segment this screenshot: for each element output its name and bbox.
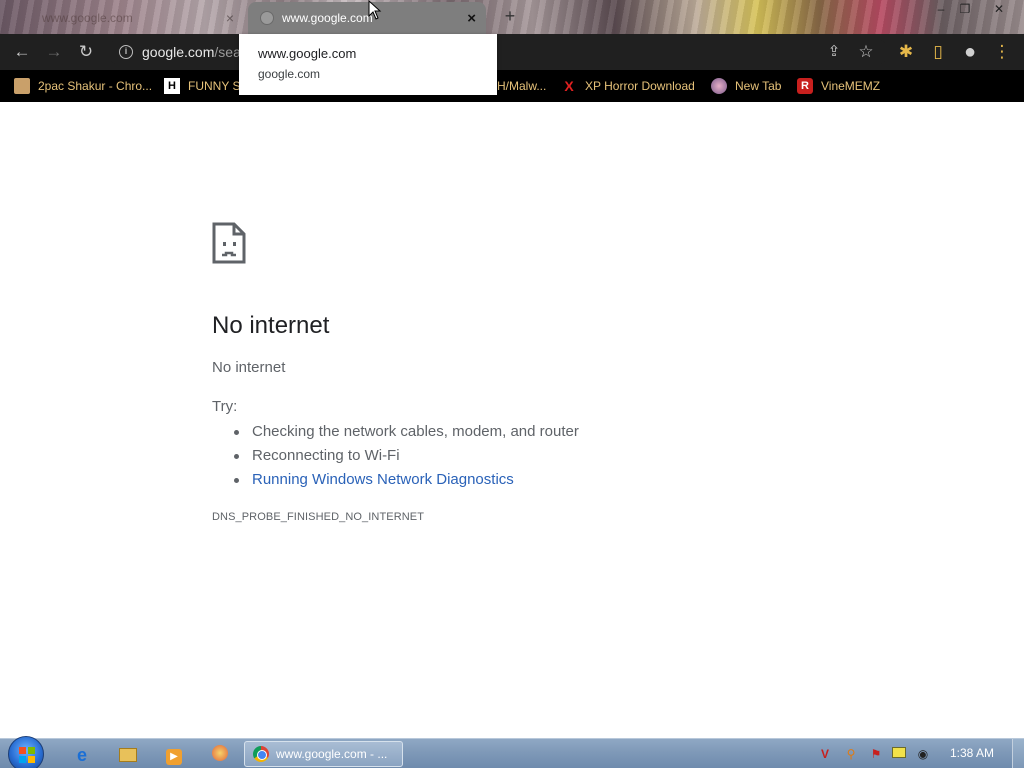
bookmark-label: 2pac Shakur - Chro...	[38, 79, 153, 93]
bookmarks-bar: 2pac Shakur - Chro... H FUNNY SI H/Malw.…	[0, 70, 1024, 102]
r-logo-icon: R	[797, 78, 813, 94]
windows-logo-icon	[19, 747, 35, 763]
bookmark-item[interactable]: X XP Horror Download	[561, 77, 695, 95]
globe-favicon-icon	[260, 11, 274, 25]
start-button[interactable]	[8, 736, 44, 768]
error-title: No internet	[212, 312, 330, 339]
close-window-button[interactable]: ✕	[988, 0, 1010, 18]
bookmark-item[interactable]: H FUNNY SI	[164, 77, 244, 95]
list-item: Checking the network cables, modem, and …	[234, 420, 579, 444]
url-suggestion-popup: www.google.com google.com	[239, 34, 497, 95]
url-host: google.com	[142, 44, 215, 60]
reload-button[interactable]: ↻	[74, 40, 98, 64]
volume-tray-icon[interactable]: ◉	[915, 746, 931, 762]
clock[interactable]: 1:38 AM	[950, 746, 994, 760]
side-panel-icon[interactable]: ▯	[926, 40, 950, 64]
tab-title: www.google.com	[282, 11, 373, 25]
chrome-icon	[253, 746, 269, 762]
site-info-icon[interactable]: i	[119, 45, 133, 59]
tab-active[interactable]: www.google.com ×	[248, 2, 486, 34]
forward-button[interactable]: →	[42, 40, 66, 64]
mouse-cursor-icon	[368, 0, 382, 20]
h-logo-icon: H	[164, 78, 180, 94]
antivirus-tray-icon[interactable]: V	[817, 746, 833, 762]
profile-avatar-icon[interactable]: ●	[958, 40, 982, 64]
extensions-icon[interactable]: ✱	[894, 40, 918, 64]
restore-button[interactable]: ❐	[954, 0, 976, 18]
search-tray-icon[interactable]: ⚲	[843, 746, 859, 762]
bookmark-star-icon[interactable]: ☆	[854, 40, 878, 64]
new-tab-button[interactable]: +	[500, 6, 520, 26]
suggestion-list: Checking the network cables, modem, and …	[234, 420, 579, 492]
address-bar[interactable]: i google.com/sea	[108, 38, 888, 66]
folder-icon	[14, 78, 30, 94]
bookmark-label: FUNNY SI	[188, 79, 244, 93]
list-item: Reconnecting to Wi-Fi	[234, 444, 579, 468]
taskbar-window-label: www.google.com - ...	[276, 747, 388, 761]
screen: www.google.com × www.google.com × + – ❐ …	[0, 0, 1024, 768]
x-logo-icon: X	[564, 78, 574, 94]
tab-inactive[interactable]: www.google.com ×	[10, 2, 246, 34]
bookmark-item[interactable]: H/Malw...	[497, 77, 546, 95]
taskbar-chrome-window[interactable]: www.google.com - ...	[244, 741, 403, 767]
globe-icon	[711, 78, 727, 94]
share-icon[interactable]: ⇪	[822, 40, 846, 64]
tab-close-icon[interactable]: ×	[467, 10, 476, 27]
file-explorer-icon[interactable]	[118, 745, 138, 765]
bookmark-label: VineMEMZ	[821, 79, 881, 93]
sad-page-icon	[212, 222, 246, 264]
browser-toolbar: ← → ↻ i google.com/sea ⇪ ☆ ✱ ▯ ● ⋮	[0, 34, 1024, 70]
try-label: Try:	[212, 398, 238, 415]
url-text: google.com/sea	[142, 44, 241, 60]
url-path: /sea	[214, 44, 241, 60]
taskbar: e ▶ www.google.com - ... V ⚲ ⚑ ◉ 1:38 AM	[0, 736, 1024, 768]
show-desktop-button[interactable]	[1012, 739, 1024, 768]
popup-line-primary[interactable]: www.google.com	[258, 46, 356, 61]
error-code: DNS_PROBE_FINISHED_NO_INTERNET	[212, 511, 425, 523]
media-player-icon[interactable]: ▶	[164, 745, 184, 765]
bookmark-label: New Tab	[735, 79, 782, 93]
menu-icon[interactable]: ⋮	[990, 40, 1014, 64]
bookmark-label: H/Malw...	[497, 79, 547, 93]
tab-strip: www.google.com × www.google.com × + – ❐ …	[0, 0, 1024, 34]
bookmark-item[interactable]: R VineMEMZ	[797, 77, 880, 95]
network-diagnostics-link[interactable]: Running Windows Network Diagnostics	[234, 468, 579, 492]
bookmark-label: XP Horror Download	[585, 79, 695, 93]
minimize-button[interactable]: –	[930, 0, 952, 18]
bookmark-item[interactable]: 2pac Shakur - Chro...	[14, 77, 152, 95]
battery-tray-icon[interactable]	[891, 746, 907, 762]
tab-title: www.google.com	[42, 11, 133, 25]
bookmark-item[interactable]: New Tab	[711, 77, 781, 95]
flag-tray-icon[interactable]: ⚑	[868, 746, 884, 762]
paint-app-icon[interactable]	[210, 745, 230, 765]
internet-explorer-icon[interactable]: e	[72, 745, 92, 765]
back-button[interactable]: ←	[10, 40, 34, 64]
error-subtitle: No internet	[212, 359, 286, 376]
tab-close-icon[interactable]: ×	[226, 10, 234, 26]
popup-line-secondary[interactable]: google.com	[258, 67, 320, 81]
error-page: No internet No internet Try: Checking th…	[0, 102, 1024, 738]
